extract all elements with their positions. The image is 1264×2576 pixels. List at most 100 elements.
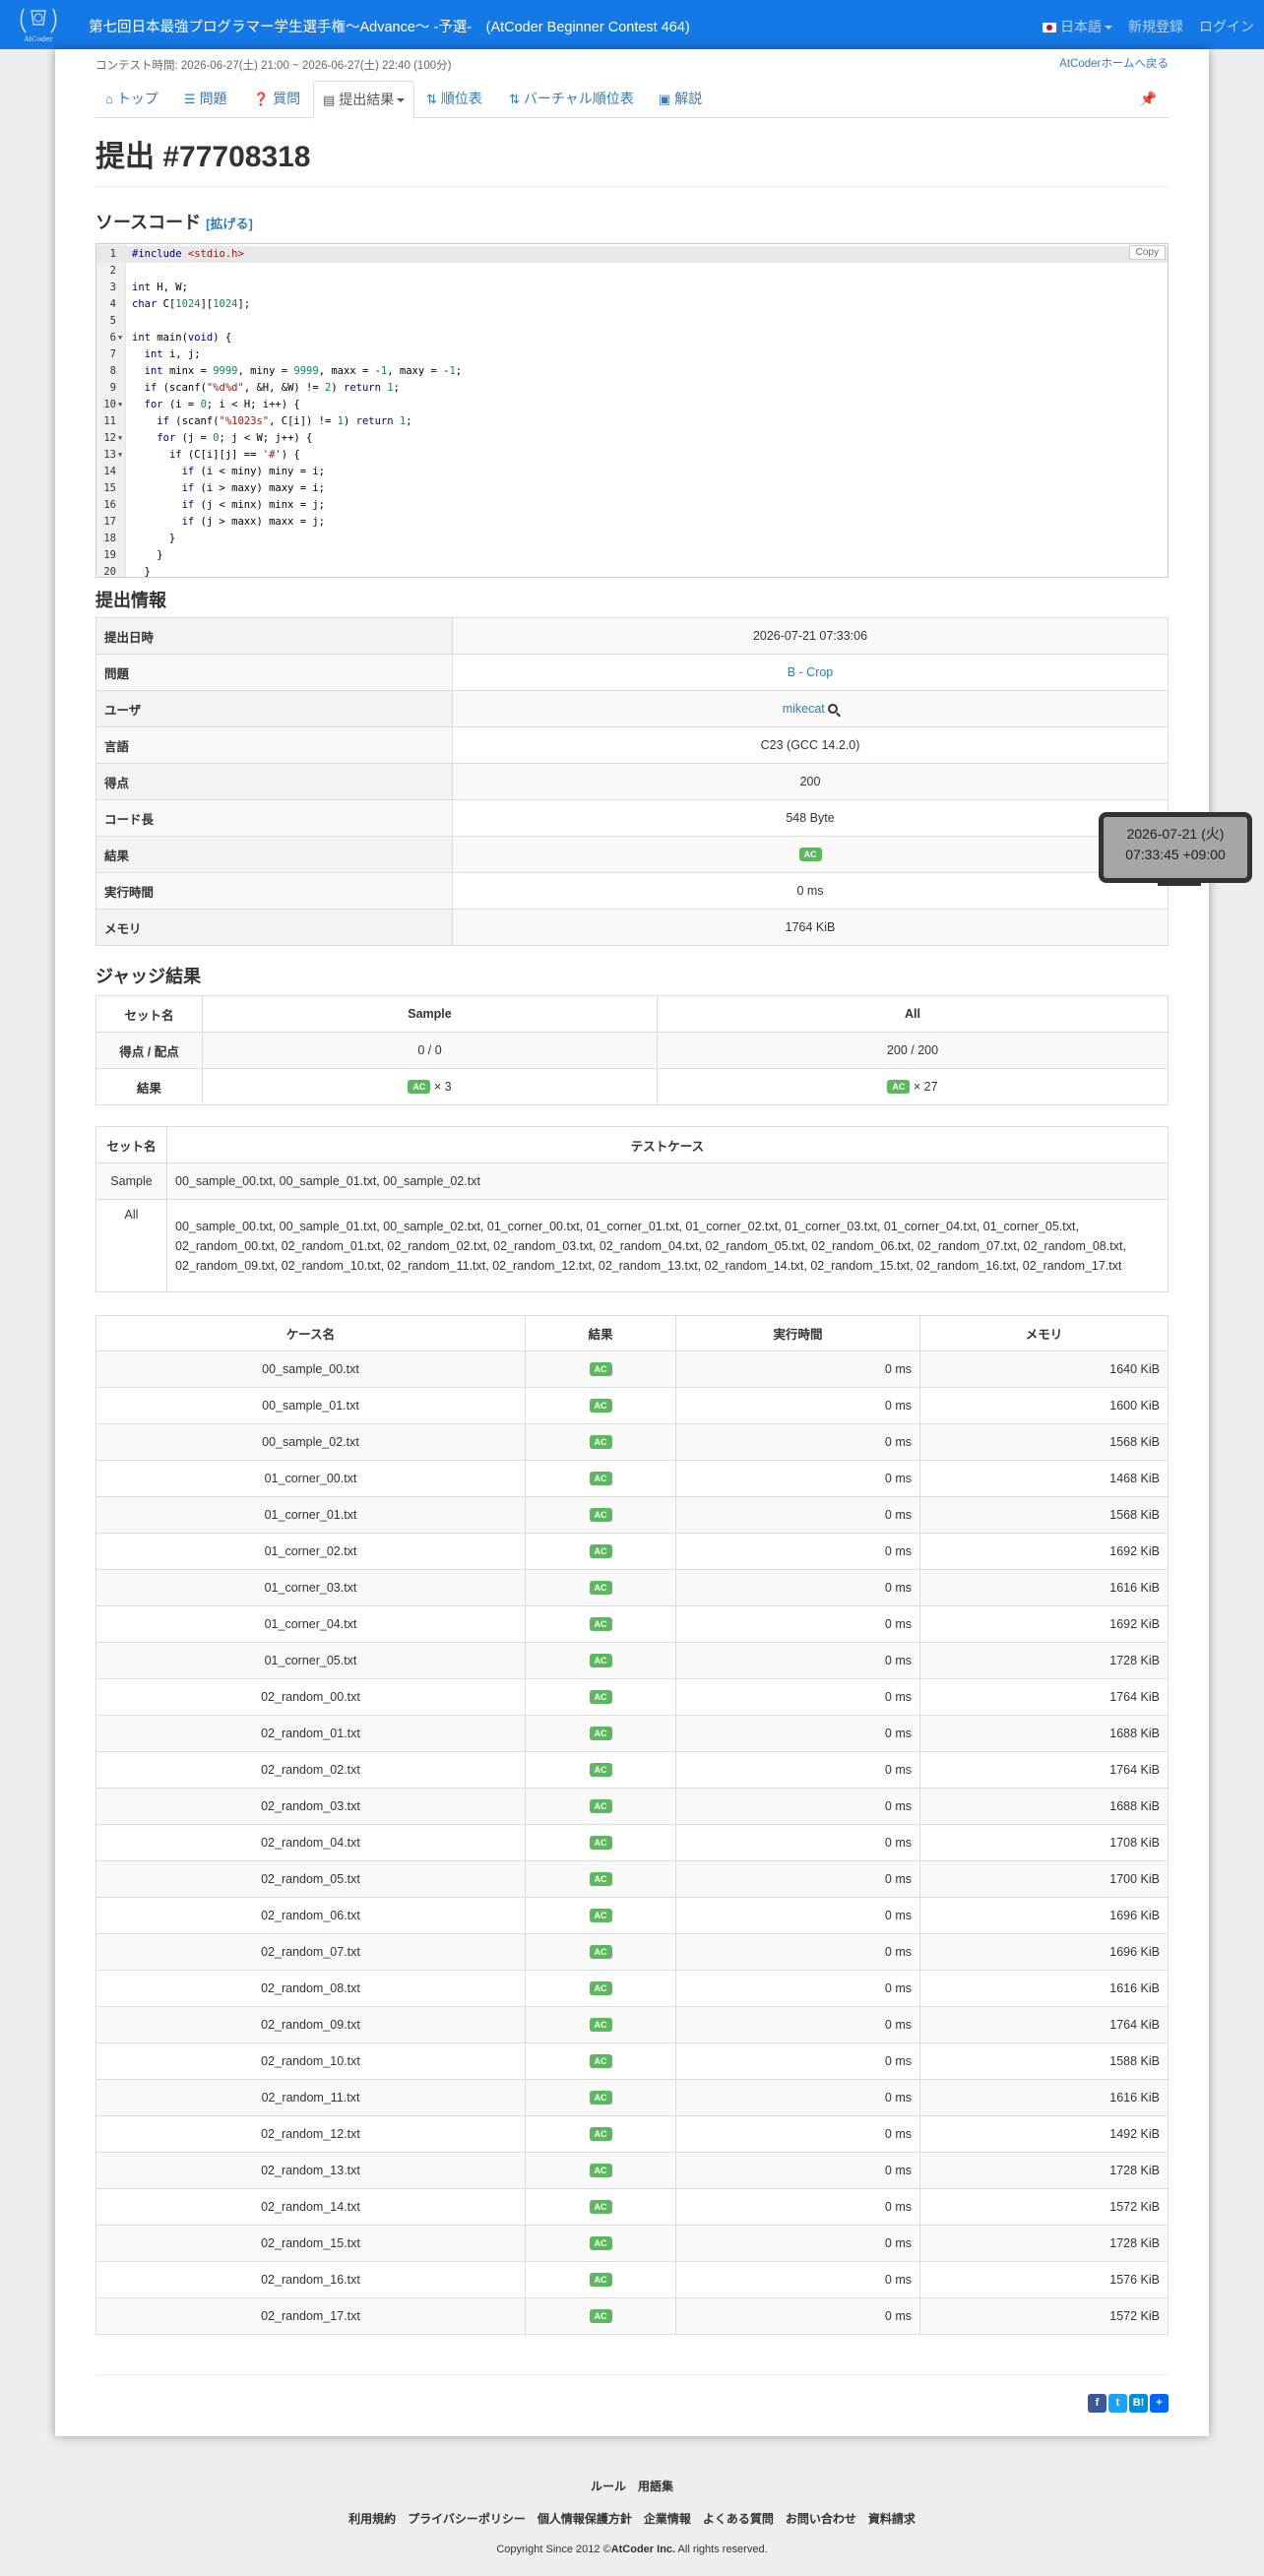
info-label: 言語 <box>95 726 453 764</box>
tab-editorial[interactable]: ▣ 解説 <box>659 81 702 118</box>
status-badge: AC <box>589 1472 612 1485</box>
case-name: 02_random_13.txt <box>95 2152 526 2189</box>
info-value: 0 ms <box>452 872 1169 910</box>
status-badge: AC <box>589 1617 612 1631</box>
case-result: AC <box>525 1933 676 1971</box>
status-badge: AC <box>589 2200 612 2214</box>
footer-link[interactable]: 個人情報保護方針 <box>537 2512 632 2526</box>
tc-list: 00_sample_00.txt, 00_sample_01.txt, 00_s… <box>166 1199 1169 1292</box>
tab-virtual-standings[interactable]: ⇅ バーチャル順位表 <box>509 81 634 118</box>
fold-toggle-icon[interactable]: ▼ <box>118 447 122 464</box>
expand-link[interactable]: [拡げる] <box>206 217 253 231</box>
login-link[interactable]: ログイン <box>1199 17 1254 36</box>
case-memory: 1764 KiB <box>919 1751 1169 1789</box>
info-label: メモリ <box>95 909 453 946</box>
footer-link[interactable]: 用語集 <box>638 2480 673 2493</box>
home-link[interactable]: AtCoderホームへ戻る <box>1059 55 1169 71</box>
case-memory: 1688 KiB <box>919 1715 1169 1752</box>
nav-right: 日本語 新規登録 ログイン <box>1043 17 1254 36</box>
line-number: 19 <box>103 549 116 561</box>
table-row: 02_random_11.txt AC 0 ms 1616 KiB <box>95 2079 1169 2116</box>
problem-link[interactable]: B - Crop <box>788 665 834 679</box>
case-time: 0 ms <box>675 1423 920 1461</box>
language-dropdown[interactable]: 日本語 <box>1043 17 1112 36</box>
hatena-icon[interactable]: B! <box>1129 2394 1148 2413</box>
code-editor[interactable]: 1 #include <stdio.h> 2 3 int H, W; 4 char C[10… <box>95 243 1169 578</box>
tab-submissions[interactable]: ▤ 提出結果 <box>313 81 415 119</box>
case-time: 0 ms <box>675 1751 920 1789</box>
footer-link[interactable]: 資料請求 <box>868 2512 916 2526</box>
user-link[interactable]: mikecat <box>783 702 825 716</box>
table-row: 01_corner_01.txt AC 0 ms 1568 KiB <box>95 1496 1169 1534</box>
info-value: 1764 KiB <box>452 909 1169 946</box>
case-memory: 1616 KiB <box>919 1970 1169 2007</box>
case-name: 00_sample_02.txt <box>95 1423 526 1461</box>
code-line: int main(void) { <box>132 332 232 344</box>
case-memory: 1700 KiB <box>919 1860 1169 1898</box>
book-icon: ▣ <box>659 92 671 106</box>
signup-link[interactable]: 新規登録 <box>1128 17 1183 36</box>
footer-link[interactable]: 利用規約 <box>348 2512 396 2526</box>
fold-toggle-icon[interactable]: ▼ <box>118 397 122 413</box>
case-memory: 1696 KiB <box>919 1897 1169 1934</box>
search-icon[interactable] <box>828 704 842 718</box>
footer-link[interactable]: 企業情報 <box>644 2512 691 2526</box>
info-row: 問題 B - Crop <box>95 654 1169 691</box>
footer-link[interactable]: お問い合わせ <box>786 2512 856 2526</box>
case-time: 0 ms <box>675 1569 920 1606</box>
case-memory: 1692 KiB <box>919 1605 1169 1643</box>
share-plus-icon[interactable]: + <box>1150 2394 1169 2413</box>
case-time: 0 ms <box>675 1605 920 1643</box>
info-row: メモリ 1764 KiB <box>95 909 1169 946</box>
case-time: 0 ms <box>675 2152 920 2189</box>
tab-tasks[interactable]: ☰ 問題 <box>184 81 227 118</box>
tc-header-cases: テストケース <box>166 1126 1169 1163</box>
case-name: 02_random_08.txt <box>95 1970 526 2007</box>
facebook-icon[interactable]: f <box>1088 2394 1106 2413</box>
case-memory: 1588 KiB <box>919 2042 1169 2080</box>
status-badge: AC <box>589 1799 612 1813</box>
status-badge: AC <box>589 1399 612 1413</box>
case-result: AC <box>525 1387 676 1424</box>
fold-toggle-icon[interactable]: ▼ <box>118 430 122 447</box>
footer-link[interactable]: プライバシーポリシー <box>408 2512 526 2526</box>
twitter-icon[interactable]: t <box>1108 2394 1127 2413</box>
case-time: 0 ms <box>675 1788 920 1825</box>
case-time: 0 ms <box>675 2042 920 2080</box>
code-line: } <box>132 549 163 561</box>
list-icon: ☰ <box>184 92 196 106</box>
case-time: 0 ms <box>675 1897 920 1934</box>
case-memory: 1764 KiB <box>919 1678 1169 1716</box>
case-memory: 1728 KiB <box>919 2152 1169 2189</box>
case-memory: 1640 KiB <box>919 1351 1169 1388</box>
footer-link[interactable]: ルール <box>591 2480 626 2493</box>
case-name: 01_corner_00.txt <box>95 1460 526 1497</box>
case-time: 0 ms <box>675 1387 920 1424</box>
contest-title[interactable]: 第七回日本最強プログラマー学生選手権〜Advance〜 -予選- (AtCode… <box>89 16 690 36</box>
table-row: 00_sample_01.txt AC 0 ms 1600 KiB <box>95 1387 1169 1424</box>
fold-toggle-icon[interactable]: ▼ <box>118 330 122 346</box>
copyright: Copyright Since 2012 ©AtCoder Inc. All r… <box>496 2544 768 2555</box>
case-result: AC <box>525 2225 676 2262</box>
tab-top[interactable]: ⌂ トップ <box>105 81 158 118</box>
footer-link[interactable]: よくある質問 <box>703 2512 774 2526</box>
atcoder-logo[interactable]: AtCoder <box>12 3 65 46</box>
case-result: AC <box>525 1533 676 1570</box>
tab-standings[interactable]: ⇅ 順位表 <box>426 81 482 118</box>
all-score: 200 / 200 <box>657 1032 1169 1069</box>
status-badge: AC <box>408 1080 431 1094</box>
case-name: 01_corner_03.txt <box>95 1569 526 1606</box>
case-result: AC <box>525 1642 676 1679</box>
pin-icon[interactable]: 📌 <box>1140 91 1157 107</box>
case-header-memory: メモリ <box>919 1315 1169 1351</box>
copy-button[interactable]: Copy <box>1128 245 1166 260</box>
status-badge: AC <box>589 1836 612 1850</box>
case-time: 0 ms <box>675 2115 920 2153</box>
case-result: AC <box>525 1970 676 2007</box>
case-result: AC <box>525 1715 676 1752</box>
score-label: 得点 / 配点 <box>95 1032 203 1069</box>
case-time: 0 ms <box>675 1533 920 1570</box>
tab-clarifications[interactable]: ❓ 質問 <box>253 81 300 118</box>
judge-summary-table: セット名 Sample All 得点 / 配点 0 / 0 200 / 200 … <box>95 995 1169 1105</box>
code-line: char C[1024][1024]; <box>132 298 251 310</box>
